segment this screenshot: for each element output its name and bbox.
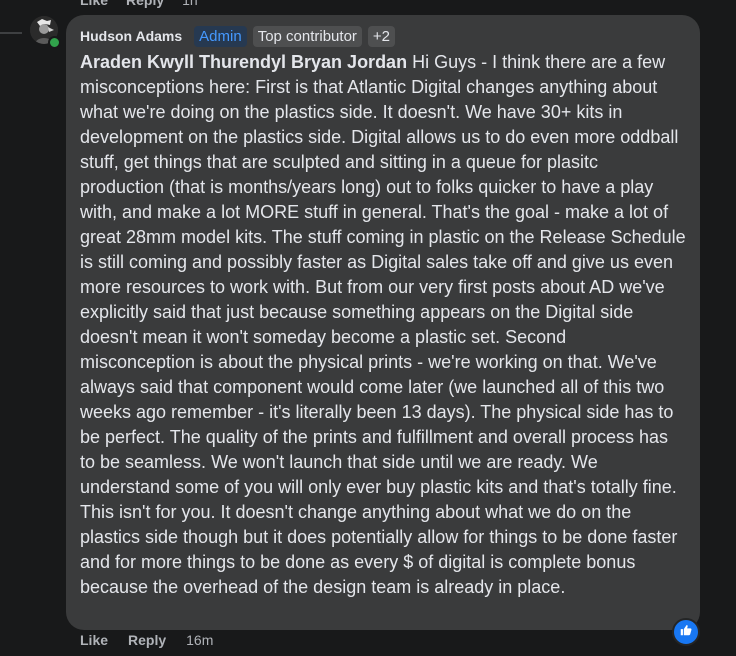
author-name[interactable]: Hudson Adams [80, 28, 182, 44]
admin-badge[interactable]: Admin [194, 25, 247, 47]
mentioned-users[interactable]: Araden Kwyll Thurendyl Bryan Jordan [80, 52, 407, 72]
comment-text: Araden Kwyll Thurendyl Bryan Jordan Hi G… [80, 50, 686, 600]
previous-comment-actions: Like Reply 1h [80, 0, 198, 8]
like-button[interactable]: Like [80, 632, 108, 648]
previous-reply-button[interactable]: Reply [126, 0, 164, 8]
comment-bubble: Hudson Adams Admin Top contributor +2 Ar… [66, 15, 700, 630]
thread-connector-line [0, 32, 22, 34]
top-contributor-badge[interactable]: Top contributor [252, 25, 362, 47]
previous-like-button[interactable]: Like [80, 0, 108, 8]
reply-button[interactable]: Reply [128, 632, 166, 648]
online-status-dot [48, 36, 61, 49]
comment-actions: Like Reply 16m [80, 632, 213, 648]
more-badges-button[interactable]: +2 [367, 25, 396, 47]
previous-comment-time[interactable]: 1h [182, 0, 198, 8]
comment-thread: Like Reply 1h Hudson Adams Admin Top con… [0, 0, 736, 656]
comment-time[interactable]: 16m [186, 632, 213, 648]
comment-header: Hudson Adams Admin Top contributor +2 [80, 24, 686, 48]
like-reaction[interactable] [672, 618, 700, 646]
like-icon [679, 623, 693, 642]
comment-body-text: Hi Guys - I think there are a few miscon… [80, 52, 686, 597]
